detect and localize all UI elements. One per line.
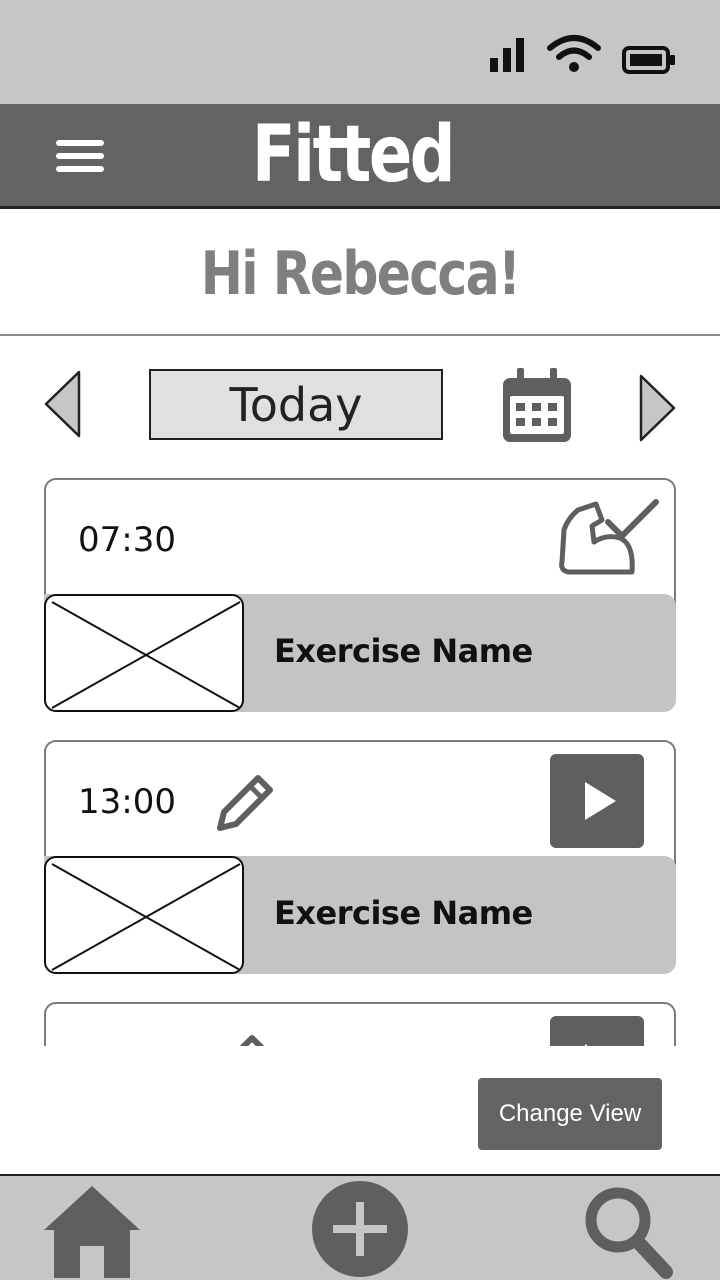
previous-day-button[interactable] xyxy=(42,368,84,440)
exercise-image-placeholder xyxy=(44,856,244,974)
app-title: Fitted xyxy=(251,110,456,200)
search-icon[interactable] xyxy=(582,1184,674,1280)
app-bar: Fitted xyxy=(0,104,720,209)
edit-icon xyxy=(239,1035,265,1046)
workout-time: 07:30 xyxy=(78,520,176,560)
exercise-row[interactable]: Exercise Name xyxy=(44,594,676,712)
home-icon[interactable] xyxy=(42,1182,142,1278)
workout-time: 13:00 xyxy=(78,782,176,822)
greeting-text: Hi Rebecca! xyxy=(200,239,521,309)
next-day-button[interactable] xyxy=(636,372,678,444)
play-icon xyxy=(585,1044,589,1046)
date-selector[interactable]: Today xyxy=(149,369,443,440)
status-bar xyxy=(0,0,720,104)
change-view-button[interactable]: Change View xyxy=(478,1078,662,1150)
workout-card[interactable]: 07:30 Exercise Name xyxy=(44,478,676,712)
workout-card[interactable]: 13:00 Exercise Name xyxy=(44,740,676,974)
flexed-arm-check-icon xyxy=(559,499,659,575)
play-icon xyxy=(585,782,616,820)
workout-card[interactable] xyxy=(44,1002,676,1046)
bottom-nav xyxy=(0,1174,720,1280)
chevron-right-icon xyxy=(639,374,676,442)
workout-list[interactable]: 07:30 Exercise Name 13:00 Exercise Name xyxy=(0,470,720,1046)
wifi-icon xyxy=(547,35,601,72)
play-button[interactable] xyxy=(550,754,644,848)
play-button[interactable] xyxy=(550,1016,644,1046)
edit-button[interactable] xyxy=(212,770,278,836)
exercise-name: Exercise Name xyxy=(274,632,533,670)
add-icon[interactable] xyxy=(311,1180,409,1278)
exercise-name: Exercise Name xyxy=(274,894,533,932)
greeting-section: Hi Rebecca! xyxy=(0,209,720,336)
exercise-row[interactable]: Exercise Name xyxy=(44,856,676,974)
calendar-button[interactable] xyxy=(500,366,574,446)
battery-icon xyxy=(622,46,675,74)
edit-icon xyxy=(217,775,273,831)
exercise-image-placeholder xyxy=(44,594,244,712)
chevron-left-icon xyxy=(44,370,81,438)
signal-icon xyxy=(490,38,524,72)
calendar-icon xyxy=(503,368,571,442)
